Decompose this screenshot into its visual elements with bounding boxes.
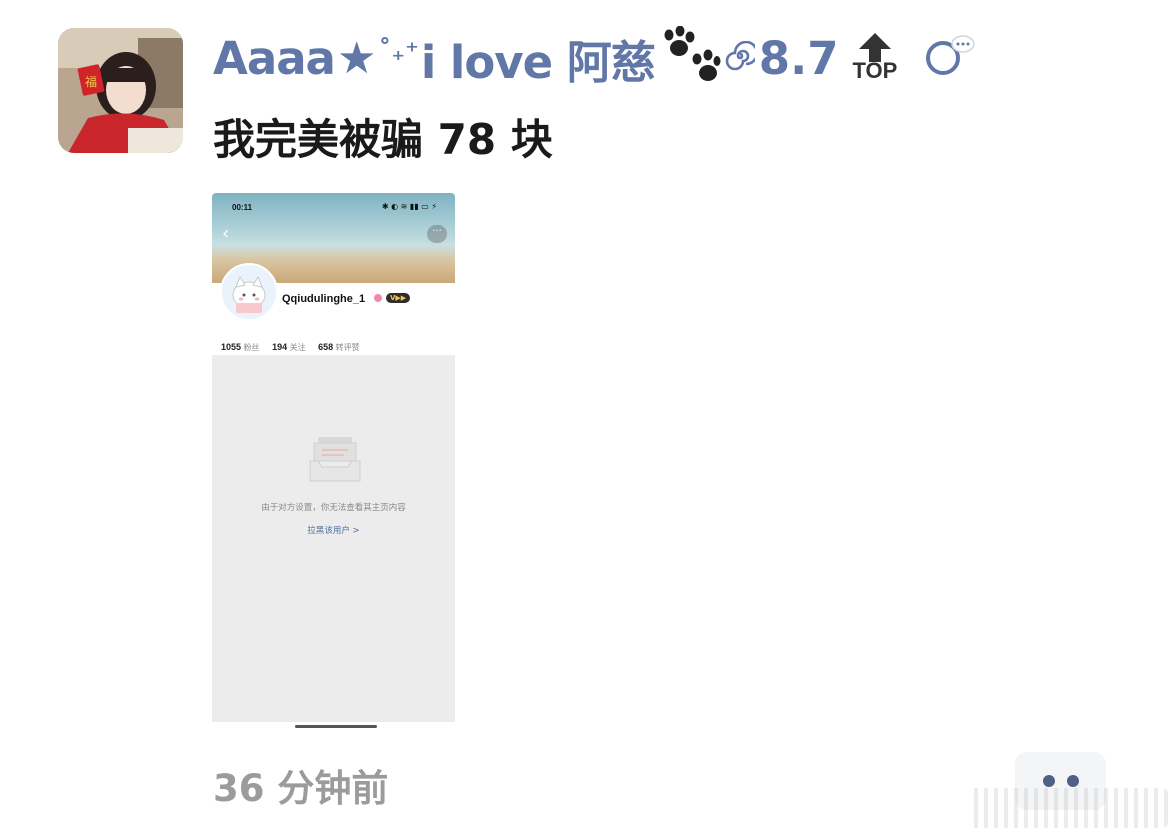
avatar-image: 福 [58, 28, 183, 153]
more-icon: ··· [427, 225, 447, 243]
svg-text:福: 福 [85, 74, 97, 89]
post-image[interactable]: 00:11 ✱ ◐ ≋ ▮▮ ▭ ⚡ ‹ ··· Qqiudulinghe_1 … [212, 193, 455, 722]
sparkle-icon: ˚₊⁺ [378, 37, 419, 67]
profile-avatar [220, 263, 278, 321]
badge-dot-icon [374, 294, 382, 302]
author-name-suffix[interactable]: i love 阿慈 [421, 26, 656, 91]
more-dots-icon [1067, 775, 1079, 787]
stat-likes-label: 转评赞 [335, 343, 360, 352]
post-timestamp: 36 分钟前 [213, 767, 389, 810]
score-value: 8.7 [758, 31, 839, 85]
more-dots-icon [1043, 775, 1055, 787]
author-name[interactable]: Aaaa [213, 32, 336, 85]
author-avatar[interactable]: 福 [58, 28, 183, 153]
vip-badge-icon: V▶▶ [386, 293, 411, 303]
home-indicator [295, 725, 377, 728]
top-badge: TOP [852, 32, 898, 84]
spiral-icon [725, 40, 759, 75]
empty-box-icon [308, 435, 362, 489]
star-icon: ★ [336, 32, 377, 84]
stat-followers-value: 1055 [221, 342, 242, 352]
back-icon: ‹ [222, 223, 230, 244]
comment-bubble-icon[interactable] [925, 34, 977, 82]
profile-stats: 1055 粉丝 194 关注 658 转评赞 [221, 342, 370, 353]
author-header: Aaaa ★ ˚₊⁺ i love 阿慈 8.7 TOP [213, 25, 977, 91]
status-time: 00:11 [232, 203, 253, 212]
post-body: 我完美被骗 78 块 [213, 115, 553, 164]
status-icons: ✱ ◐ ≋ ▮▮ ▭ ⚡ [381, 202, 437, 211]
empty-message: 由于对方设置，你无法查看其主页内容 [261, 503, 406, 513]
stat-followers-label: 粉丝 [243, 343, 260, 352]
stat-following-value: 194 [272, 342, 288, 352]
paw-icon [659, 25, 721, 90]
profile-name: Qqiudulinghe_1 [282, 293, 366, 305]
top-label: TOP [852, 58, 898, 83]
stat-following-label: 关注 [289, 343, 306, 352]
stat-likes-value: 658 [318, 342, 334, 352]
watermark [968, 788, 1168, 828]
block-user-link: 拉黑该用户 > [307, 526, 360, 536]
profile-card: Qqiudulinghe_1 V▶▶ 1055 粉丝 194 关注 658 转评… [212, 263, 455, 355]
